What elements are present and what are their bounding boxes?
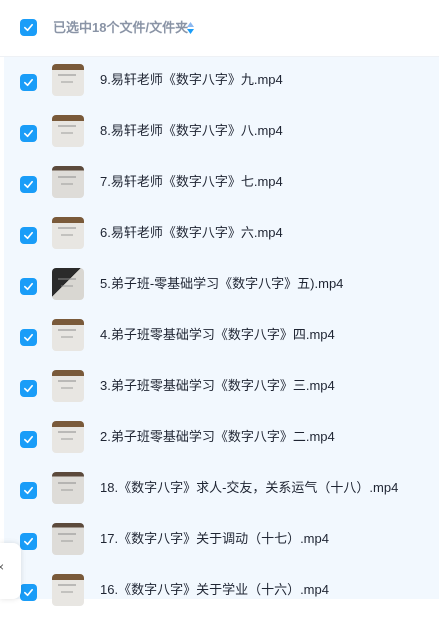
video-thumbnail (52, 370, 84, 402)
file-name[interactable]: 2.弟子班零基础学习《数字八字》二.mp4 (100, 428, 335, 446)
check-icon (24, 384, 33, 393)
video-thumbnail (52, 319, 84, 351)
file-checkbox[interactable] (20, 278, 37, 295)
video-thumbnail (52, 268, 84, 300)
file-row[interactable]: 6.易轩老师《数字八字》六.mp4 (4, 210, 439, 261)
file-checkbox[interactable] (20, 227, 37, 244)
file-checkbox[interactable] (20, 74, 37, 91)
file-checkbox[interactable] (20, 125, 37, 142)
check-icon (24, 435, 33, 444)
check-icon (24, 231, 33, 240)
file-row[interactable]: 18.《数字八字》求人-交友，关系运气（十八）.mp4 (4, 465, 439, 516)
file-name[interactable]: 3.弟子班零基础学习《数字八字》三.mp4 (100, 377, 335, 395)
check-icon (24, 333, 33, 342)
file-row[interactable]: 17.《数字八字》关于调动（十七）.mp4 (4, 516, 439, 567)
file-row[interactable]: 16.《数字八字》关于学业（十六）.mp4 (4, 567, 439, 618)
video-thumbnail (52, 574, 84, 606)
check-icon (24, 537, 33, 546)
check-icon (24, 486, 33, 495)
file-list-header: 已选中18个文件/文件夹 (0, 0, 439, 57)
file-row[interactable]: 5.弟子班-零基础学习《数字八字》五).mp4 (4, 261, 439, 312)
check-icon (24, 23, 33, 32)
file-checkbox[interactable] (20, 533, 37, 550)
video-thumbnail (52, 472, 84, 504)
file-row[interactable]: 8.易轩老师《数字八字》八.mp4 (4, 108, 439, 159)
video-thumbnail (52, 64, 84, 96)
check-icon (24, 282, 33, 291)
side-panel: × (0, 543, 21, 599)
video-thumbnail (52, 115, 84, 147)
file-checkbox[interactable] (20, 329, 37, 346)
check-icon (24, 588, 33, 597)
file-name[interactable]: 18.《数字八字》求人-交友，关系运气（十八）.mp4 (100, 479, 398, 497)
check-icon (24, 78, 33, 87)
file-row[interactable]: 2.弟子班零基础学习《数字八字》二.mp4 (4, 414, 439, 465)
file-row[interactable]: 4.弟子班零基础学习《数字八字》四.mp4 (4, 312, 439, 363)
file-checkbox[interactable] (20, 431, 37, 448)
file-name[interactable]: 17.《数字八字》关于调动（十七）.mp4 (100, 530, 329, 548)
video-thumbnail (52, 217, 84, 249)
file-row[interactable]: 3.弟子班零基础学习《数字八字》三.mp4 (4, 363, 439, 414)
file-name[interactable]: 5.弟子班-零基础学习《数字八字》五).mp4 (100, 275, 343, 293)
file-name[interactable]: 6.易轩老师《数字八字》六.mp4 (100, 224, 283, 242)
video-thumbnail (52, 421, 84, 453)
file-checkbox[interactable] (20, 380, 37, 397)
file-row[interactable]: 9.易轩老师《数字八字》九.mp4 (4, 57, 439, 108)
check-icon (24, 180, 33, 189)
select-all-checkbox[interactable] (20, 19, 37, 36)
file-row[interactable]: 7.易轩老师《数字八字》七.mp4 (4, 159, 439, 210)
file-checkbox[interactable] (20, 176, 37, 193)
video-thumbnail (52, 523, 84, 555)
file-name[interactable]: 4.弟子班零基础学习《数字八字》四.mp4 (100, 326, 335, 344)
file-name[interactable]: 8.易轩老师《数字八字》八.mp4 (100, 122, 283, 140)
file-checkbox[interactable] (20, 584, 37, 601)
file-name[interactable]: 7.易轩老师《数字八字》七.mp4 (100, 173, 283, 191)
check-icon (24, 129, 33, 138)
video-thumbnail (52, 166, 84, 198)
sort-icon[interactable] (186, 21, 195, 35)
file-name[interactable]: 9.易轩老师《数字八字》九.mp4 (100, 71, 283, 89)
close-icon[interactable]: × (0, 560, 4, 574)
file-list: 9.易轩老师《数字八字》九.mp4 8.易轩老师《数字八字》八.mp4 7.易轩… (4, 57, 439, 606)
file-name[interactable]: 16.《数字八字》关于学业（十六）.mp4 (100, 581, 329, 599)
selection-count-text: 已选中18个文件/文件夹 (53, 20, 189, 35)
file-checkbox[interactable] (20, 482, 37, 499)
